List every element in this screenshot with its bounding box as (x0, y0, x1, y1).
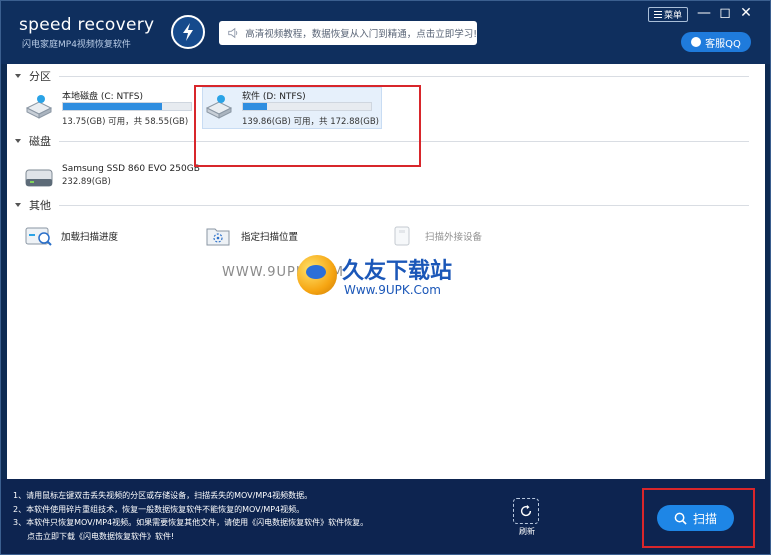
divider (59, 75, 749, 77)
site-watermark: WWW.9UPK.COM 久友下载站 Www.9UPK.Com (222, 249, 492, 309)
refresh-label: 刷新 (519, 527, 535, 536)
logo-title: speed recovery (19, 15, 155, 35)
divider (59, 204, 749, 206)
scan-external-device[interactable]: 扫描外接设备 (389, 224, 482, 248)
section-partition[interactable]: 分区 (15, 68, 759, 84)
tip-line: 3、本软件只恢复MOV/MP4视频。如果需要恢复其他文件，请使用《闪电数据恢复软… (13, 518, 369, 527)
menu-icon (653, 11, 662, 18)
speaker-icon (228, 27, 238, 39)
tip-line: 2、本软件使用碎片重组技术，恢复一般数据恢复软件不能恢复的MOV/MP4视频。 (13, 504, 305, 514)
refresh-button[interactable]: 刷新 (513, 498, 541, 538)
load-scan-progress-label: 加载扫描进度 (61, 232, 119, 243)
logo-subtitle: 闪电家庭MP4视频恢复软件 (22, 40, 131, 50)
lightning-icon (171, 15, 205, 49)
collapse-icon (15, 74, 21, 78)
watermark-title: 久友下载站 (342, 259, 453, 284)
partition-name: 本地磁盘 (C: NTFS) (62, 92, 144, 102)
specify-scan-location[interactable]: 指定扫描位置 (205, 224, 298, 248)
menu-label: 菜单 (663, 11, 682, 21)
qq-support-button[interactable]: 客服QQ (681, 32, 751, 52)
refresh-icon (513, 498, 539, 524)
qq-label: 客服QQ (705, 38, 741, 50)
watermark-url: Www.9UPK.Com (344, 283, 441, 297)
app-window: speed recovery 闪电家庭MP4视频恢复软件 高清视频教程，数据恢复… (0, 0, 771, 555)
minimize-button[interactable]: — (696, 5, 712, 21)
section-other[interactable]: 其他 (15, 197, 759, 213)
close-button[interactable]: ✕ (738, 5, 754, 21)
hard-drive-icon (25, 95, 53, 119)
collapse-icon (15, 203, 21, 207)
section-other-label: 其他 (29, 199, 51, 212)
section-disk-label: 磁盘 (29, 135, 51, 148)
scan-external-device-label: 扫描外接设备 (425, 232, 483, 243)
disk-name: Samsung SSD 860 EVO 250GB (62, 164, 200, 174)
tips-list: 1、请用鼠标左键双击丢失视频的分区或存储设备，扫描丢失的MOV/MP4视频数据。… (13, 489, 368, 543)
watermark-left-text: WWW.9UPK.COM (222, 265, 345, 280)
ssd-icon (25, 169, 53, 187)
tip-line: 1、请用鼠标左键双击丢失视频的分区或存储设备，扫描丢失的MOV/MP4视频数据。 (13, 491, 313, 500)
partition-c[interactable]: 本地磁盘 (C: NTFS) 13.75(GB) 可用，共 58.55(GB) (25, 89, 195, 129)
menu-button[interactable]: 菜单 (648, 7, 688, 22)
title-bar: speed recovery 闪电家庭MP4视频恢复软件 高清视频教程，数据恢复… (1, 1, 770, 64)
maximize-button[interactable]: ◻ (717, 5, 733, 21)
download-link[interactable]: 点击立即下载《闪电数据恢复软件》软件! (13, 530, 368, 544)
qq-icon (691, 37, 702, 47)
load-scan-progress[interactable]: 加载扫描进度 (25, 224, 118, 248)
tutorial-notice[interactable]: 高清视频教程，数据恢复从入门到精通，点击立即学习! (219, 21, 477, 45)
partition-size: 13.75(GB) 可用，共 58.55(GB) (62, 117, 189, 127)
specify-scan-location-label: 指定扫描位置 (241, 232, 299, 243)
collapse-icon (15, 139, 21, 143)
app-logo: speed recovery 闪电家庭MP4视频恢复软件 (19, 15, 205, 55)
scan-location-icon (206, 228, 230, 246)
section-partition-label: 分区 (29, 70, 51, 83)
usage-bar (62, 102, 192, 111)
highlight-drive-d (194, 85, 421, 167)
watermark-logo-icon (297, 255, 337, 295)
disk-size: 232.89(GB) (62, 177, 111, 187)
external-device-icon (394, 226, 410, 246)
highlight-scan-button (642, 488, 755, 548)
load-progress-icon (25, 227, 52, 246)
notice-text: 高清视频教程，数据恢复从入门到精通，点击立即学习! (245, 29, 477, 40)
